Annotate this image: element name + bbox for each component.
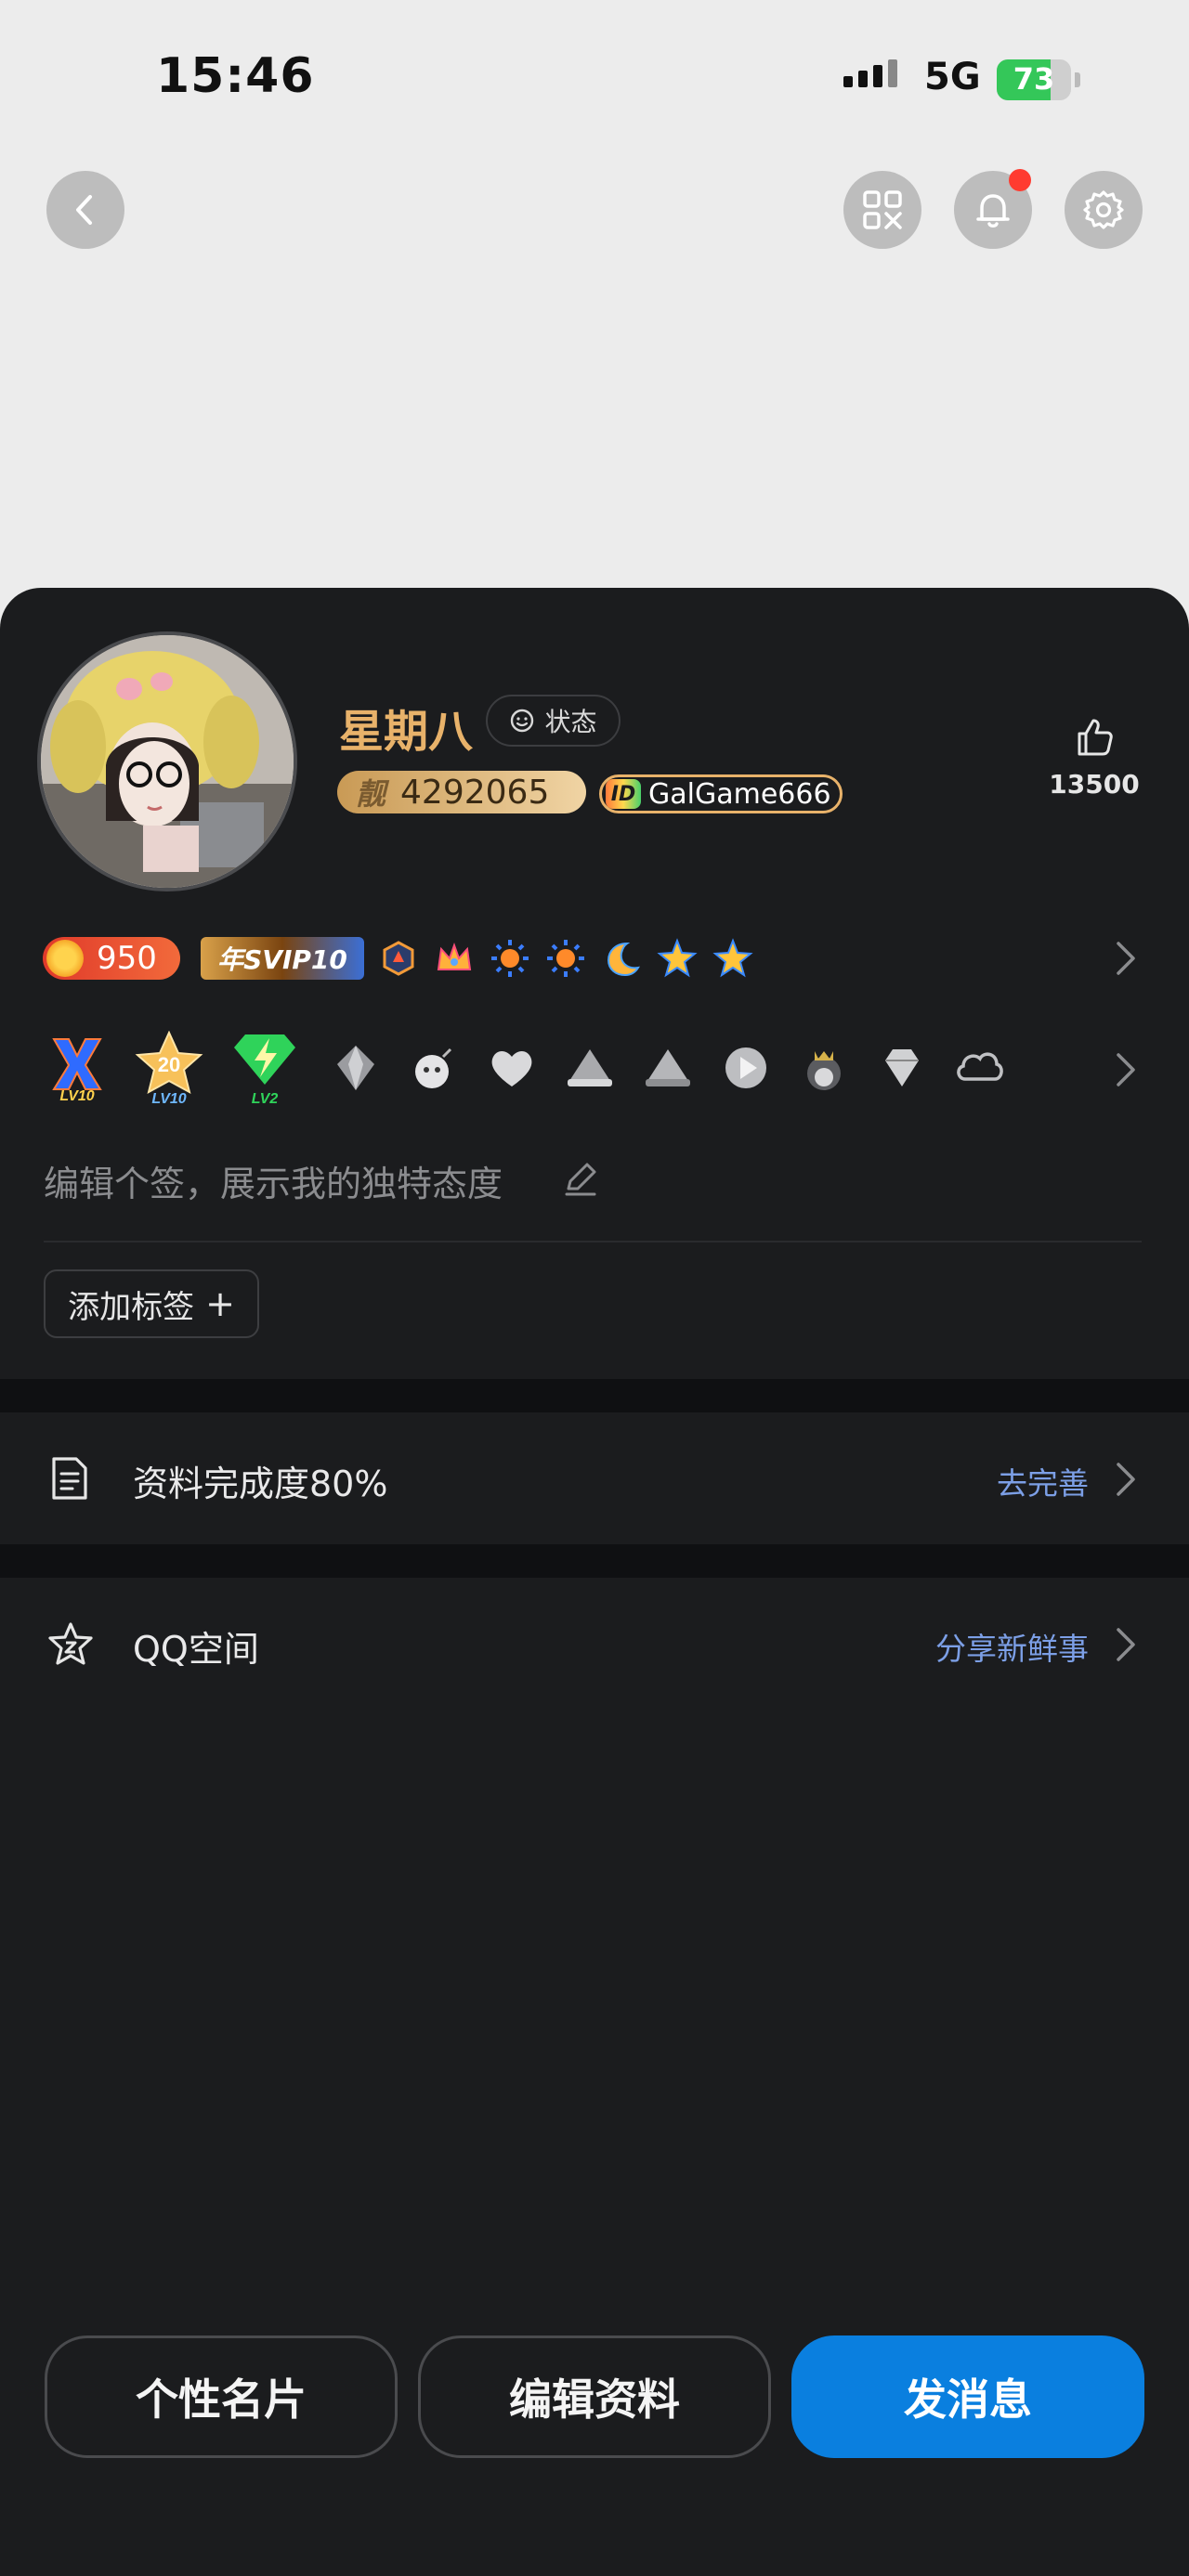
moon-badge-icon[interactable]: [600, 937, 643, 980]
game-tag-logo: ID: [606, 779, 641, 809]
avatar[interactable]: [37, 631, 297, 891]
qr-code-icon: [863, 190, 902, 229]
diamond-badge-icon[interactable]: [871, 1037, 933, 1099]
network-label: 5G: [924, 56, 981, 98]
like-count: 13500: [1049, 769, 1140, 800]
coin-badge[interactable]: 950: [43, 937, 180, 980]
status-label: 状态: [544, 707, 597, 737]
divider: [44, 1241, 1142, 1242]
chevron-right-icon: [1117, 1628, 1135, 1661]
vip-badge-row[interactable]: 950 年SVIP10: [43, 930, 754, 986]
sun-badge-icon[interactable]: [544, 937, 587, 980]
profile-completion-item[interactable]: 资料完成度80% 去完善: [0, 1412, 1189, 1544]
signal-icon: [843, 59, 897, 87]
penguin-badge-icon[interactable]: [793, 1037, 855, 1099]
plus-icon: +: [205, 1283, 235, 1324]
qzone-action[interactable]: 分享新鲜事: [935, 1624, 1089, 1669]
status-button[interactable]: 状态: [486, 695, 621, 747]
settings-button[interactable]: [1065, 171, 1143, 249]
game-tag-badge[interactable]: ID GalGame666: [599, 774, 843, 813]
game-tag-label: GalGame666: [648, 777, 831, 811]
hat-badge-icon[interactable]: [637, 1037, 699, 1099]
lightning-level-badge[interactable]: LV2: [225, 1034, 305, 1105]
qq-id-badge[interactable]: 靓 4292065: [337, 771, 586, 813]
battery-percent: 73: [1013, 61, 1055, 97]
back-button[interactable]: [46, 171, 124, 249]
star-level-badge[interactable]: 20 LV10: [126, 1031, 212, 1105]
star-badge-icon[interactable]: [712, 937, 754, 980]
lv-2-label: LV2: [252, 1091, 279, 1105]
smile-plus-icon: [511, 709, 534, 733]
chevron-right-icon[interactable]: [1113, 1049, 1139, 1090]
coin-count: 950: [97, 940, 157, 977]
add-tag-label: 添加标签: [68, 1288, 195, 1326]
bell-icon: [976, 194, 1010, 228]
lv-20-bottom-label: LV10: [151, 1091, 186, 1105]
lv-x-label: LV10: [59, 1088, 94, 1102]
battery-icon: 73: [997, 59, 1080, 100]
gem-badge-icon[interactable]: [325, 1037, 386, 1099]
section-gap: [0, 1544, 1189, 1578]
profile-completion-label: 资料完成度80%: [133, 1464, 388, 1504]
avatar-image: [41, 635, 294, 888]
hat-badge-icon[interactable]: [559, 1037, 621, 1099]
svip-badge[interactable]: 年SVIP10: [201, 937, 364, 980]
hexagon-badge-icon[interactable]: [377, 937, 420, 980]
status-bar: 15:46 5G 73: [0, 0, 1189, 158]
profile-completion-action[interactable]: 去完善: [997, 1459, 1089, 1503]
like-button[interactable]: 13500: [1046, 715, 1143, 800]
add-tag-button[interactable]: 添加标签 +: [44, 1269, 259, 1338]
crown-badge-icon[interactable]: [433, 937, 476, 980]
star-badge-icon[interactable]: [656, 937, 699, 980]
cloud-badge-icon[interactable]: [949, 1037, 1011, 1099]
level-badge-row[interactable]: LV10 20 LV10 LV2: [43, 1031, 1027, 1105]
x-level-badge[interactable]: LV10: [43, 1034, 111, 1102]
notification-dot: [1009, 169, 1031, 191]
qr-code-button[interactable]: [843, 171, 921, 249]
status-time: 15:46: [156, 48, 315, 104]
signature-placeholder[interactable]: 编辑个签，展示我的独特态度: [44, 1155, 503, 1206]
coin-icon: [46, 940, 84, 977]
send-message-button[interactable]: 发消息: [791, 2335, 1144, 2458]
thumbs-up-icon: [1078, 719, 1113, 756]
edit-profile-button[interactable]: 编辑资料: [418, 2335, 771, 2458]
lv-20-top-label: 20: [158, 1053, 180, 1076]
play-badge-icon[interactable]: [715, 1037, 777, 1099]
username[interactable]: 星期八: [339, 695, 473, 760]
sun-badge-icon[interactable]: [489, 937, 531, 980]
gear-icon: [1083, 190, 1124, 229]
qzone-label: QQ空间: [133, 1629, 259, 1670]
chevron-right-icon[interactable]: [1113, 938, 1139, 979]
qzone-item[interactable]: QQ空间 分享新鲜事: [0, 1578, 1189, 1710]
section-gap: [0, 1379, 1189, 1412]
bomb-badge-icon[interactable]: [403, 1037, 464, 1099]
qq-id-number: 4292065: [400, 773, 550, 812]
qzone-star-icon: [48, 1622, 93, 1665]
chevron-left-icon: [76, 195, 92, 225]
pencil-icon[interactable]: [561, 1159, 600, 1198]
profile-card-button[interactable]: 个性名片: [45, 2335, 398, 2458]
qq-id-prefix: 靓: [356, 776, 386, 812]
heart-badge-icon[interactable]: [481, 1037, 542, 1099]
chevron-right-icon: [1117, 1463, 1135, 1496]
document-icon: [52, 1457, 87, 1500]
